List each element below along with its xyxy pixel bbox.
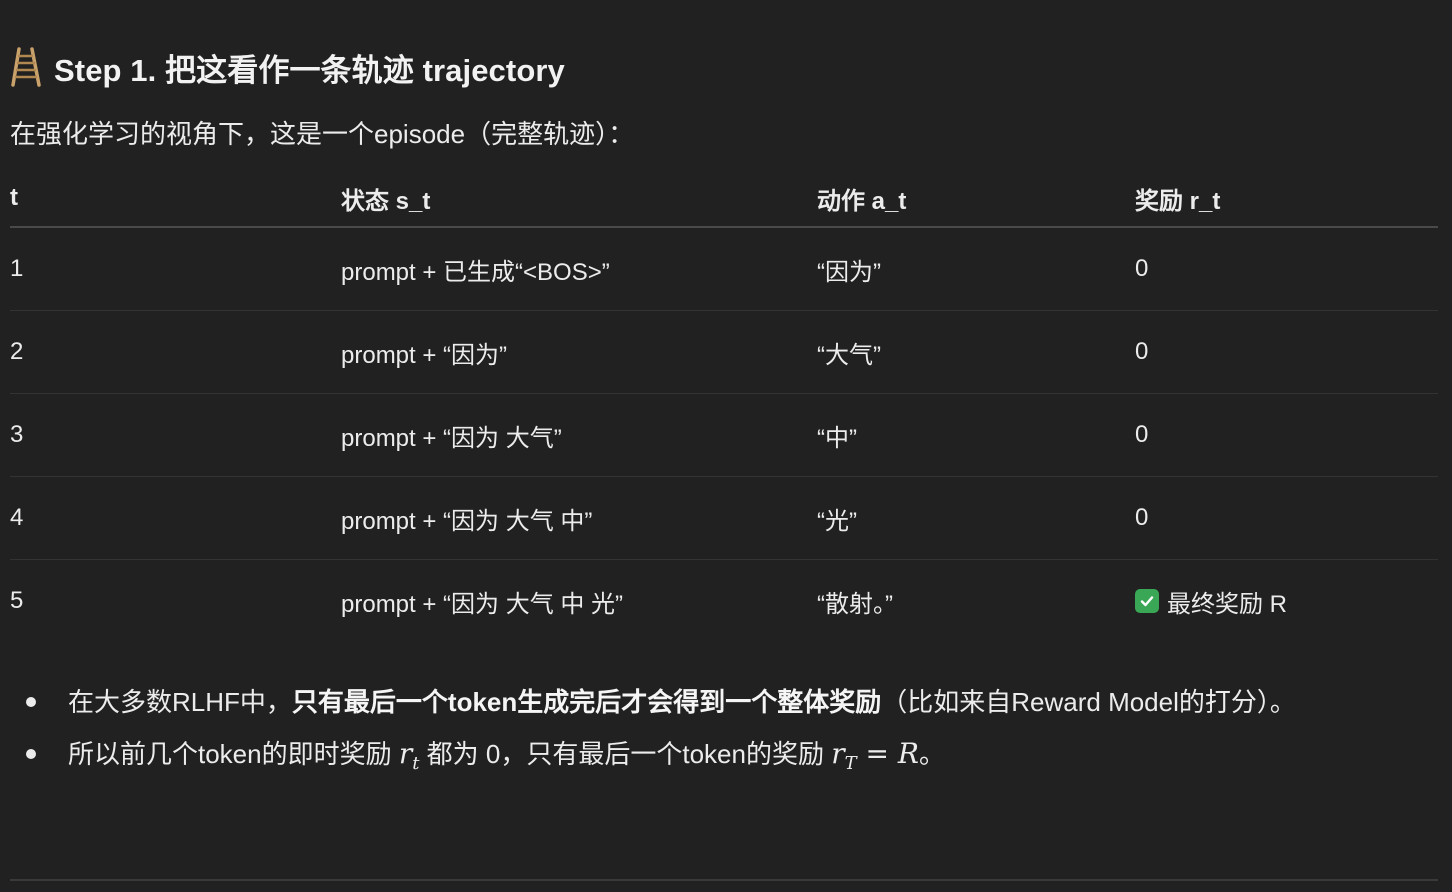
cell-reward-final: 最终奖励 R — [1135, 584, 1438, 619]
table-row: 3 prompt + “因为 大气” “中” 0 — [10, 394, 1438, 477]
table-header-row: t 状态 s_t 动作 a_t 奖励 r_t — [10, 170, 1438, 228]
bullet-text: 。 — [918, 739, 945, 769]
bullet-bold-text: 只有最后一个token生成完后才会得到一个整体奖励 — [291, 687, 882, 717]
cell-reward: 0 — [1135, 421, 1149, 448]
bullet-text: 所以前几个token的即时奖励 — [68, 739, 399, 769]
list-item: 所以前几个token的即时奖励 rt 都为 0，只有最后一个token的奖励 r… — [0, 728, 1440, 790]
intro-text: 在强化学习的视角下，这是一个episode（完整轨迹）： — [10, 119, 635, 149]
math-r-T-equals-R: rT = R — [831, 737, 919, 774]
cell-t: 4 — [10, 504, 24, 531]
section-heading: Step 1. 把这看作一条轨迹 trajectory — [10, 46, 565, 88]
bullet-text: （比如来自Reward Model的打分）。 — [881, 687, 1296, 717]
cell-reward: 0 — [1135, 255, 1149, 282]
ladder-icon — [10, 47, 42, 87]
cell-t: 5 — [10, 587, 24, 614]
column-header-t: t — [10, 184, 18, 211]
list-item: 在大多数RLHF中，只有最后一个token生成完后才会得到一个整体奖励（比如来自… — [0, 676, 1440, 728]
cell-state: prompt + 已生成“<BOS>” — [341, 258, 610, 286]
table-row: 4 prompt + “因为 大气 中” “光” 0 — [10, 477, 1438, 560]
table-row: 5 prompt + “因为 大气 中 光” “散射。” 最终奖励 R — [10, 560, 1438, 642]
bullet-dot — [26, 697, 36, 707]
cell-state: prompt + “因为 大气 中 光” — [341, 590, 624, 618]
table-row: 2 prompt + “因为” “大气” 0 — [10, 311, 1438, 394]
trajectory-table: t 状态 s_t 动作 a_t 奖励 r_t 1 prompt + 已生成“<B… — [10, 170, 1438, 642]
check-mark-icon — [1135, 589, 1159, 613]
column-header-reward: 奖励 r_t — [1135, 187, 1221, 215]
cell-action: “因为” — [817, 258, 881, 286]
bullet-dot — [26, 749, 36, 759]
column-header-state: 状态 s_t — [341, 187, 431, 215]
cell-state: prompt + “因为” — [341, 341, 508, 369]
cell-reward: 0 — [1135, 504, 1149, 531]
cell-action: “中” — [817, 424, 857, 452]
cell-action: “大气” — [817, 341, 881, 369]
cell-action: “光” — [817, 507, 857, 535]
divider — [10, 879, 1438, 881]
cell-t: 1 — [10, 255, 24, 282]
cell-state: prompt + “因为 大气” — [341, 424, 562, 452]
cell-state: prompt + “因为 大气 中” — [341, 507, 593, 535]
cell-t: 2 — [10, 338, 24, 365]
final-reward-label: 最终奖励 R — [1167, 590, 1287, 618]
cell-action: “散射。” — [817, 590, 893, 618]
bullet-text: 在大多数RLHF中， — [68, 687, 292, 717]
cell-reward: 0 — [1135, 338, 1149, 365]
cell-t: 3 — [10, 421, 24, 448]
column-header-action: 动作 a_t — [817, 187, 907, 215]
bullet-list: 在大多数RLHF中，只有最后一个token生成完后才会得到一个整体奖励（比如来自… — [0, 676, 1440, 790]
math-r-t: rt — [398, 737, 420, 774]
table-row: 1 prompt + 已生成“<BOS>” “因为” 0 — [10, 228, 1438, 311]
bullet-text: 都为 0，只有最后一个token的奖励 — [419, 739, 832, 769]
heading-title: Step 1. 把这看作一条轨迹 trajectory — [54, 52, 565, 88]
